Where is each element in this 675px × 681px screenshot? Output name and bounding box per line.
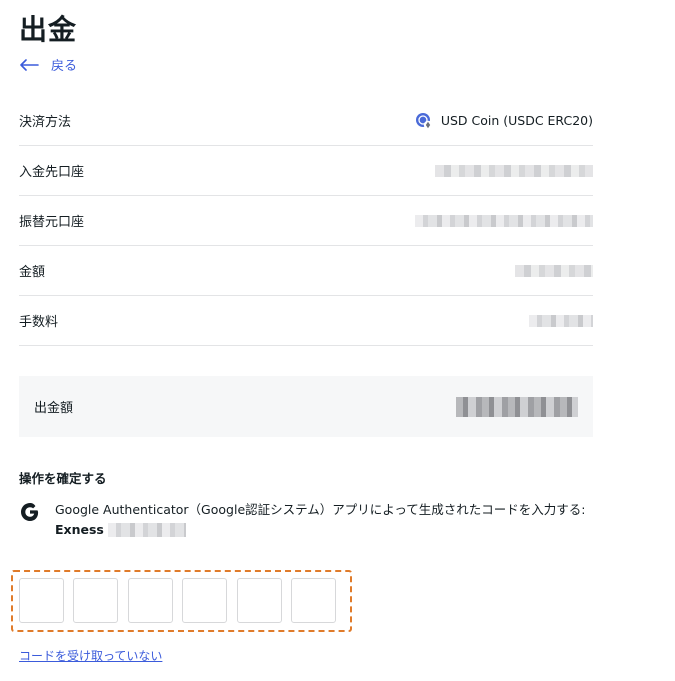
otp-digit-6[interactable]: [291, 578, 336, 623]
resend-code-link[interactable]: コードを受け取っていない: [19, 647, 162, 664]
google-g-icon: [21, 503, 39, 521]
withdrawal-amount-label: 出金額: [34, 401, 74, 416]
amount-label: 金額: [19, 265, 46, 280]
deposit-account-label: 入金先口座: [19, 165, 85, 180]
otp-input-group: [11, 570, 352, 632]
confirm-section-title: 操作を確定する: [19, 471, 107, 486]
otp-digit-4[interactable]: [182, 578, 227, 623]
page-title: 出金: [19, 13, 78, 46]
otp-digit-1[interactable]: [19, 578, 64, 623]
otp-digit-3[interactable]: [128, 578, 173, 623]
source-account-label: 振替元口座: [19, 215, 85, 230]
fee-label: 手数料: [19, 315, 59, 330]
payment-method-label: 決済方法: [19, 115, 72, 130]
payment-method-row: 決済方法 USD Coin (USDC ERC20): [19, 96, 593, 146]
back-link[interactable]: 戻る: [19, 55, 77, 74]
usdc-coin-icon: [415, 112, 433, 129]
otp-digit-2[interactable]: [73, 578, 118, 623]
redacted-amount: [515, 264, 593, 277]
redacted-fee: [529, 314, 593, 327]
redacted-source-account: [415, 214, 593, 227]
google-authenticator-prompt: Google Authenticator（Google認証システム）アプリによっ…: [19, 500, 585, 540]
fee-row: 手数料: [19, 296, 593, 346]
account-name: Exness: [55, 522, 104, 537]
otp-digit-5[interactable]: [237, 578, 282, 623]
withdrawal-details: 決済方法 USD Coin (USDC ERC20) 入金先口座 振替元口座 金…: [19, 96, 593, 346]
authenticator-instruction: Google Authenticator（Google認証システム）アプリによっ…: [55, 502, 586, 517]
source-account-row: 振替元口座: [19, 196, 593, 246]
redacted-account-email: [107, 523, 186, 537]
redacted-withdrawal-amount: [456, 396, 578, 417]
redacted-deposit-account: [435, 164, 593, 177]
amount-row: 金額: [19, 246, 593, 296]
payment-method-value: USD Coin (USDC ERC20): [440, 113, 593, 128]
withdrawal-amount-summary: 出金額: [19, 376, 593, 437]
back-label: 戻る: [51, 59, 78, 74]
deposit-account-row: 入金先口座: [19, 146, 593, 196]
arrow-left-icon: [20, 58, 39, 71]
